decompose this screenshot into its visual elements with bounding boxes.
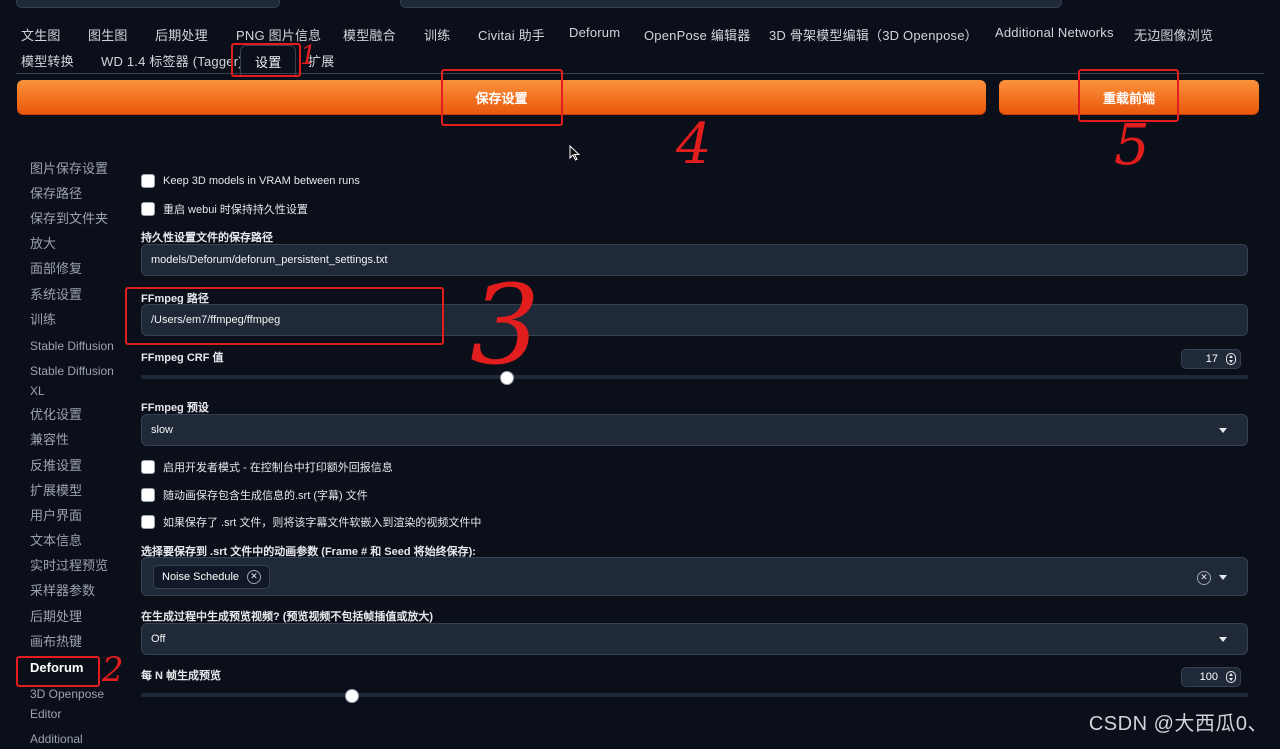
tab-extras[interactable]: 后期处理 <box>155 25 208 44</box>
ffmpeg-preset-label: FFmpeg 预设 <box>141 402 209 414</box>
ffmpeg-preset-value: slow <box>151 424 174 436</box>
srt-params-multiselect[interactable]: Noise Schedule ✕ ✕ <box>141 557 1248 596</box>
annotation-number-1: 1 <box>300 41 317 71</box>
sidebar-item-live-preview[interactable]: 实时过程预览 <box>30 556 122 576</box>
ffmpeg-preset-select[interactable]: slow <box>141 414 1248 446</box>
annotation-number-5: 5 <box>1114 113 1150 178</box>
embed-srt-option[interactable]: 如果保存了 .srt 文件，则将该字幕文件软嵌入到渲染的视频文件中 <box>141 514 481 530</box>
save-srt-label: 随动画保存包含生成信息的.srt (字幕) 文件 <box>163 490 368 502</box>
save-srt-checkbox[interactable] <box>141 488 155 502</box>
tab-civitai[interactable]: Civitai 助手 <box>478 25 545 44</box>
dev-mode-option[interactable]: 启用开发者模式 - 在控制台中打印额外回报信息 <box>141 459 393 475</box>
annotation-number-2: 2 <box>102 650 124 690</box>
sidebar-item-infotext[interactable]: 文本信息 <box>30 531 122 551</box>
remove-chip-icon[interactable]: ✕ <box>247 569 262 584</box>
persist-path-label: 持久性设置文件的保存路径 <box>141 232 273 244</box>
keep-3d-vram-checkbox[interactable] <box>141 174 155 188</box>
spinner-icon[interactable] <box>1226 671 1236 683</box>
srt-param-chip: Noise Schedule ✕ <box>153 564 271 589</box>
sidebar-item-canvas-hotkeys[interactable]: 画布热键 <box>30 632 122 652</box>
embed-srt-checkbox[interactable] <box>141 515 155 529</box>
spinner-icon[interactable] <box>1226 353 1236 365</box>
annotation-box-ffmpeg-path <box>125 287 444 345</box>
dev-mode-label: 启用开发者模式 - 在控制台中打印额外回报信息 <box>163 462 393 474</box>
tab-additional-networks[interactable]: Additional Networks <box>995 25 1114 40</box>
tab-txt2img[interactable]: 文生图 <box>21 25 61 44</box>
srt-param-chip-label: Noise Schedule <box>162 570 240 583</box>
ffmpeg-crf-slider-track[interactable] <box>141 375 1248 379</box>
tab-deforum[interactable]: Deforum <box>569 25 620 40</box>
sidebar-item-system[interactable]: 系统设置 <box>30 285 122 305</box>
tab-train[interactable]: 训练 <box>424 25 450 44</box>
sidebar-item-save-to-dirs[interactable]: 保存到文件夹 <box>30 209 122 229</box>
sidebar-item-extra-networks[interactable]: 扩展模型 <box>30 481 122 501</box>
preview-video-value: Off <box>151 633 166 645</box>
annotation-box-deforum <box>16 656 100 687</box>
sidebar-item-interrogate[interactable]: 反推设置 <box>30 456 122 476</box>
tab-3d-openpose[interactable]: 3D 骨架模型编辑（3D Openpose） <box>769 25 978 44</box>
sidebar-item-upscaling[interactable]: 放大 <box>30 234 122 254</box>
sidebar-item-paths[interactable]: 保存路径 <box>30 184 122 204</box>
ffmpeg-crf-value: 17 <box>1205 353 1218 365</box>
tab-openpose-editor[interactable]: OpenPose 编辑器 <box>644 25 750 44</box>
embed-srt-label: 如果保存了 .srt 文件，则将该字幕文件软嵌入到渲染的视频文件中 <box>163 517 482 529</box>
preview-nth-label: 每 N 帧生成预览 <box>141 670 222 682</box>
sidebar-item-3d-openpose-editor[interactable]: 3D Openpose Editor <box>30 684 122 724</box>
ffmpeg-crf-label: FFmpeg CRF 值 <box>141 352 224 364</box>
annotation-number-3: 3 <box>470 261 540 389</box>
preview-nth-value: 100 <box>1199 671 1218 683</box>
preview-video-select[interactable]: Off <box>141 623 1248 655</box>
annotation-box-settings-tab <box>231 43 301 77</box>
watermark: CSDN @大西瓜0、 <box>1088 713 1268 735</box>
sidebar-item-postprocessing[interactable]: 后期处理 <box>30 607 122 627</box>
annotation-box-save-button <box>441 69 563 126</box>
sidebar-item-optimizations[interactable]: 优化设置 <box>30 405 122 425</box>
tab-infinite-browser[interactable]: 无边图像浏览 <box>1134 25 1213 44</box>
annotation-number-4: 4 <box>676 112 712 177</box>
persist-settings-checkbox[interactable] <box>141 202 155 216</box>
save-srt-option[interactable]: 随动画保存包含生成信息的.srt (字幕) 文件 <box>141 487 368 503</box>
chevron-down-icon <box>1219 637 1227 642</box>
deforum-settings-panel <box>128 148 1270 748</box>
persist-path-input[interactable]: models/Deforum/deforum_persistent_settin… <box>141 244 1248 276</box>
keep-3d-vram-option[interactable]: Keep 3D models in VRAM between runs <box>141 174 360 188</box>
preview-nth-number[interactable]: 100 <box>1181 667 1241 687</box>
sidebar-item-compatibility[interactable]: 兼容性 <box>30 430 122 450</box>
persist-settings-label: 重启 webui 时保持持久性设置 <box>163 204 308 216</box>
sidebar-item-face-restoration[interactable]: 面部修复 <box>30 259 122 279</box>
keep-3d-vram-label: Keep 3D models in VRAM between runs <box>163 175 360 187</box>
clear-all-icon[interactable]: ✕ <box>1197 571 1211 585</box>
ffmpeg-crf-number[interactable]: 17 <box>1181 349 1241 369</box>
sidebar-item-user-interface[interactable]: 用户界面 <box>30 506 122 526</box>
mouse-cursor-icon <box>569 145 581 161</box>
chevron-down-icon <box>1219 428 1227 433</box>
top-bar-right <box>400 0 1062 8</box>
tab-tagger[interactable]: WD 1.4 标签器 (Tagger) <box>101 51 243 70</box>
top-bar-left <box>16 0 280 8</box>
sidebar-item-image-saving[interactable]: 图片保存设置 <box>30 159 122 179</box>
sidebar-item-sd[interactable]: Stable Diffusion <box>30 336 122 356</box>
sidebar-item-training[interactable]: 训练 <box>30 310 122 330</box>
persist-settings-option[interactable]: 重启 webui 时保持持久性设置 <box>141 201 308 217</box>
sidebar-item-additional[interactable]: Additional <box>30 729 122 749</box>
tab-merge[interactable]: 模型融合 <box>343 25 396 44</box>
sidebar-item-sampler-params[interactable]: 采样器参数 <box>30 581 122 601</box>
preview-video-label: 在生成过程中生成预览视频? (预览视频不包括帧插值或放大) <box>141 611 434 623</box>
chevron-down-icon <box>1219 575 1227 580</box>
tab-model-convert[interactable]: 模型转换 <box>21 51 74 70</box>
dev-mode-checkbox[interactable] <box>141 460 155 474</box>
preview-nth-slider-track[interactable] <box>141 693 1248 697</box>
tab-divider <box>16 73 1264 74</box>
tab-img2img[interactable]: 图生图 <box>88 25 128 44</box>
sidebar-item-sdxl[interactable]: Stable Diffusion XL <box>30 361 122 401</box>
